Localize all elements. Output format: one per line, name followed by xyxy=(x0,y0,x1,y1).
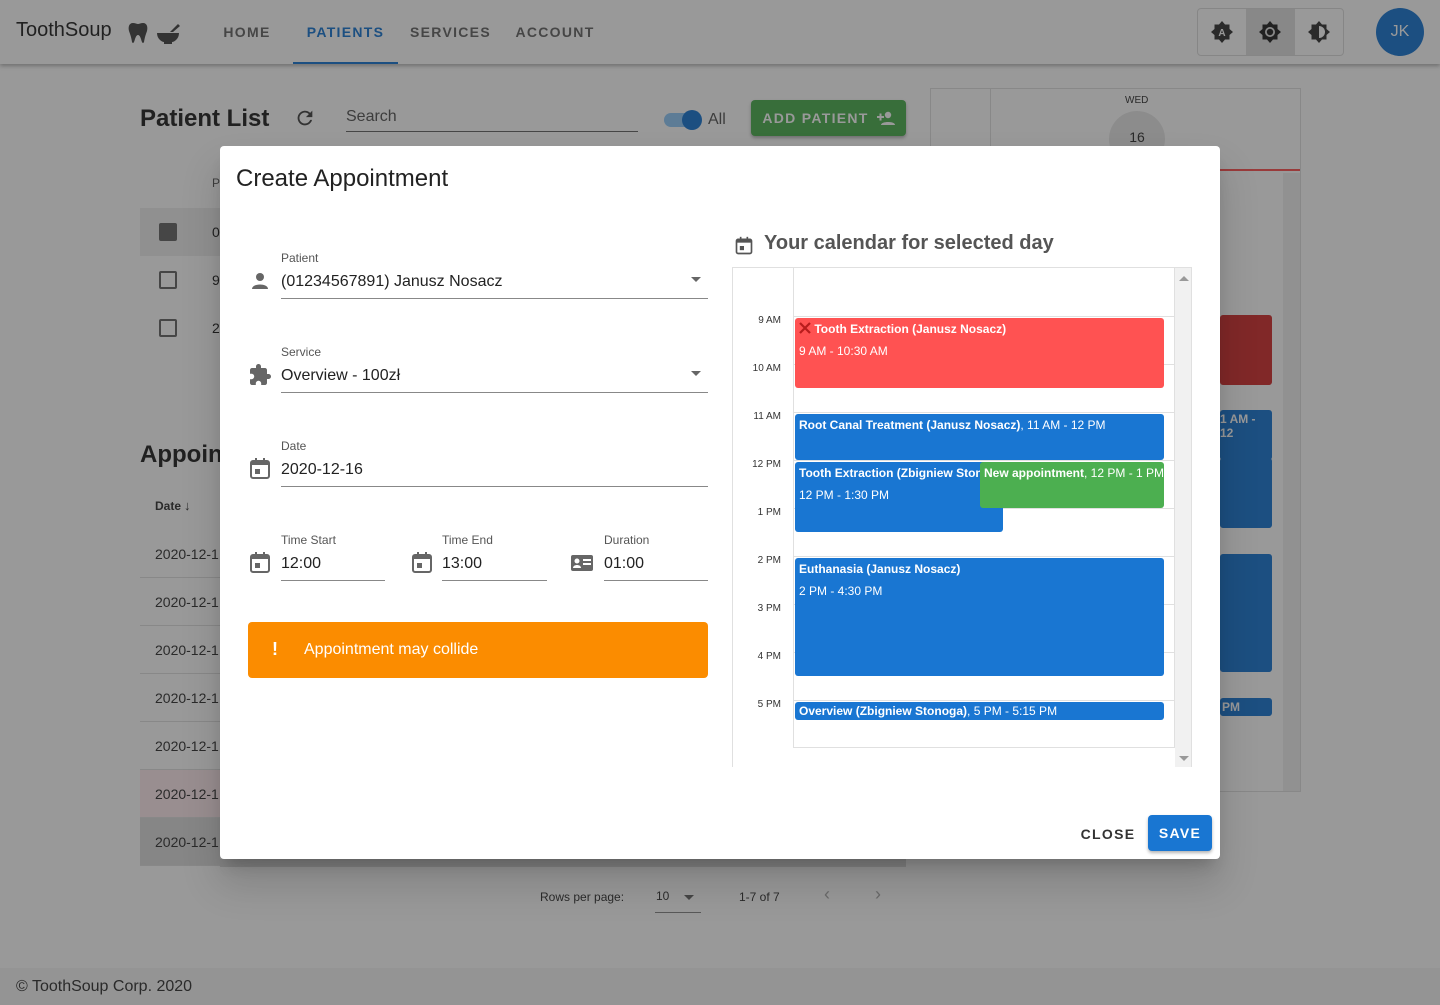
save-button[interactable]: SAVE xyxy=(1148,815,1212,851)
calendar-event-overview[interactable]: Overview (Zbigniew Stonoga), 5 PM - 5:15… xyxy=(795,702,1164,720)
time-end-value: 13:00 xyxy=(442,549,547,581)
time-label: 10 AM xyxy=(752,363,781,374)
patient-select[interactable]: Patient (01234567891) Janusz Nosacz xyxy=(248,251,708,301)
time-start-value: 12:00 xyxy=(281,549,385,581)
collision-warning-alert: ! Appointment may collide xyxy=(248,622,708,678)
scroll-up-arrow-icon[interactable] xyxy=(1179,276,1189,281)
dialog-title: Create Appointment xyxy=(236,165,449,192)
time-label: 12 PM xyxy=(752,459,781,470)
calendar-event-new-appointment[interactable]: New appointment, 12 PM - 1 PM xyxy=(980,462,1164,508)
event-time: , 11 AM - 12 PM xyxy=(1020,418,1106,432)
event-time: 2 PM - 4:30 PM xyxy=(799,584,883,598)
puzzle-icon xyxy=(250,364,271,385)
dropdown-arrow-icon xyxy=(691,371,701,376)
dropdown-arrow-icon xyxy=(691,277,701,282)
calendar-heading: Your calendar for selected day xyxy=(764,232,1054,254)
service-label: Service xyxy=(281,345,322,359)
close-button[interactable]: CLOSE xyxy=(1074,816,1142,852)
event-title: Root Canal Treatment (Janusz Nosacz) xyxy=(799,418,1021,432)
calendar-icon xyxy=(735,236,753,255)
calendar-icon xyxy=(250,552,270,573)
event-title: Euthanasia (Janusz Nosacz) xyxy=(799,562,961,576)
contact-card-icon xyxy=(571,555,593,571)
time-label: 3 PM xyxy=(757,603,781,614)
event-time: 12 PM - 1:30 PM xyxy=(799,488,890,502)
date-field[interactable]: Date 2020-12-16 xyxy=(248,439,708,489)
calendar-event-root-canal[interactable]: Root Canal Treatment (Janusz Nosacz), 11… xyxy=(795,414,1164,460)
time-label: 11 AM xyxy=(753,411,781,422)
calendar-icon xyxy=(250,458,270,479)
time-start-field[interactable]: Time Start 12:00 xyxy=(248,533,385,583)
calendar-icon xyxy=(412,552,432,573)
event-time: , 5 PM - 5:15 PM xyxy=(967,704,1058,718)
duration-value: 01:00 xyxy=(604,549,708,581)
day-schedule-calendar: 9 AM 10 AM 11 AM 12 PM 1 PM 2 PM 3 PM 4 … xyxy=(732,267,1192,767)
calendar-event-tooth-extraction[interactable]: Tooth Extraction (Janusz Nosacz) 9 AM - … xyxy=(795,318,1164,388)
time-label: 5 PM xyxy=(757,699,781,710)
calendar-event-tooth-extraction-stonoga[interactable]: Tooth Extraction (Zbigniew Stonoga) 12 P… xyxy=(795,462,1003,532)
service-value: Overview - 100zł xyxy=(281,361,708,393)
collision-x-icon xyxy=(799,322,811,334)
alert-text: Appointment may collide xyxy=(304,641,479,658)
scroll-down-arrow-icon[interactable] xyxy=(1179,756,1189,761)
time-label: 4 PM xyxy=(757,651,781,662)
time-end-field[interactable]: Time End 13:00 xyxy=(410,533,547,583)
patient-label: Patient xyxy=(281,251,319,265)
event-title: New appointment xyxy=(984,466,1085,480)
person-icon xyxy=(252,273,268,289)
service-select[interactable]: Service Overview - 100zł xyxy=(248,345,708,395)
event-time: , 12 PM - 1 PM xyxy=(1084,466,1164,480)
duration-label: Duration xyxy=(604,533,650,547)
date-value: 2020-12-16 xyxy=(281,455,708,487)
time-label: 1 PM xyxy=(757,507,781,518)
alert-exclamation-icon: ! xyxy=(272,639,278,659)
time-label: 2 PM xyxy=(757,555,781,566)
event-title: Tooth Extraction (Janusz Nosacz) xyxy=(814,322,1007,336)
calendar-event-euthanasia[interactable]: Euthanasia (Janusz Nosacz) 2 PM - 4:30 P… xyxy=(795,558,1164,676)
event-title: Overview (Zbigniew Stonoga) xyxy=(799,704,968,718)
event-time: 9 AM - 10:30 AM xyxy=(799,344,888,358)
time-label: 9 AM xyxy=(758,315,781,326)
calendar-scrollbar[interactable] xyxy=(1175,268,1191,767)
date-label: Date xyxy=(281,439,307,453)
time-start-label: Time Start xyxy=(281,533,336,547)
create-appointment-dialog: Create Appointment Patient (01234567891)… xyxy=(220,146,1220,859)
event-title: Tooth Extraction (Zbigniew Stonoga) xyxy=(799,466,1003,480)
patient-value: (01234567891) Janusz Nosacz xyxy=(281,267,708,299)
duration-field[interactable]: Duration 01:00 xyxy=(570,533,708,583)
time-end-label: Time End xyxy=(442,533,493,547)
